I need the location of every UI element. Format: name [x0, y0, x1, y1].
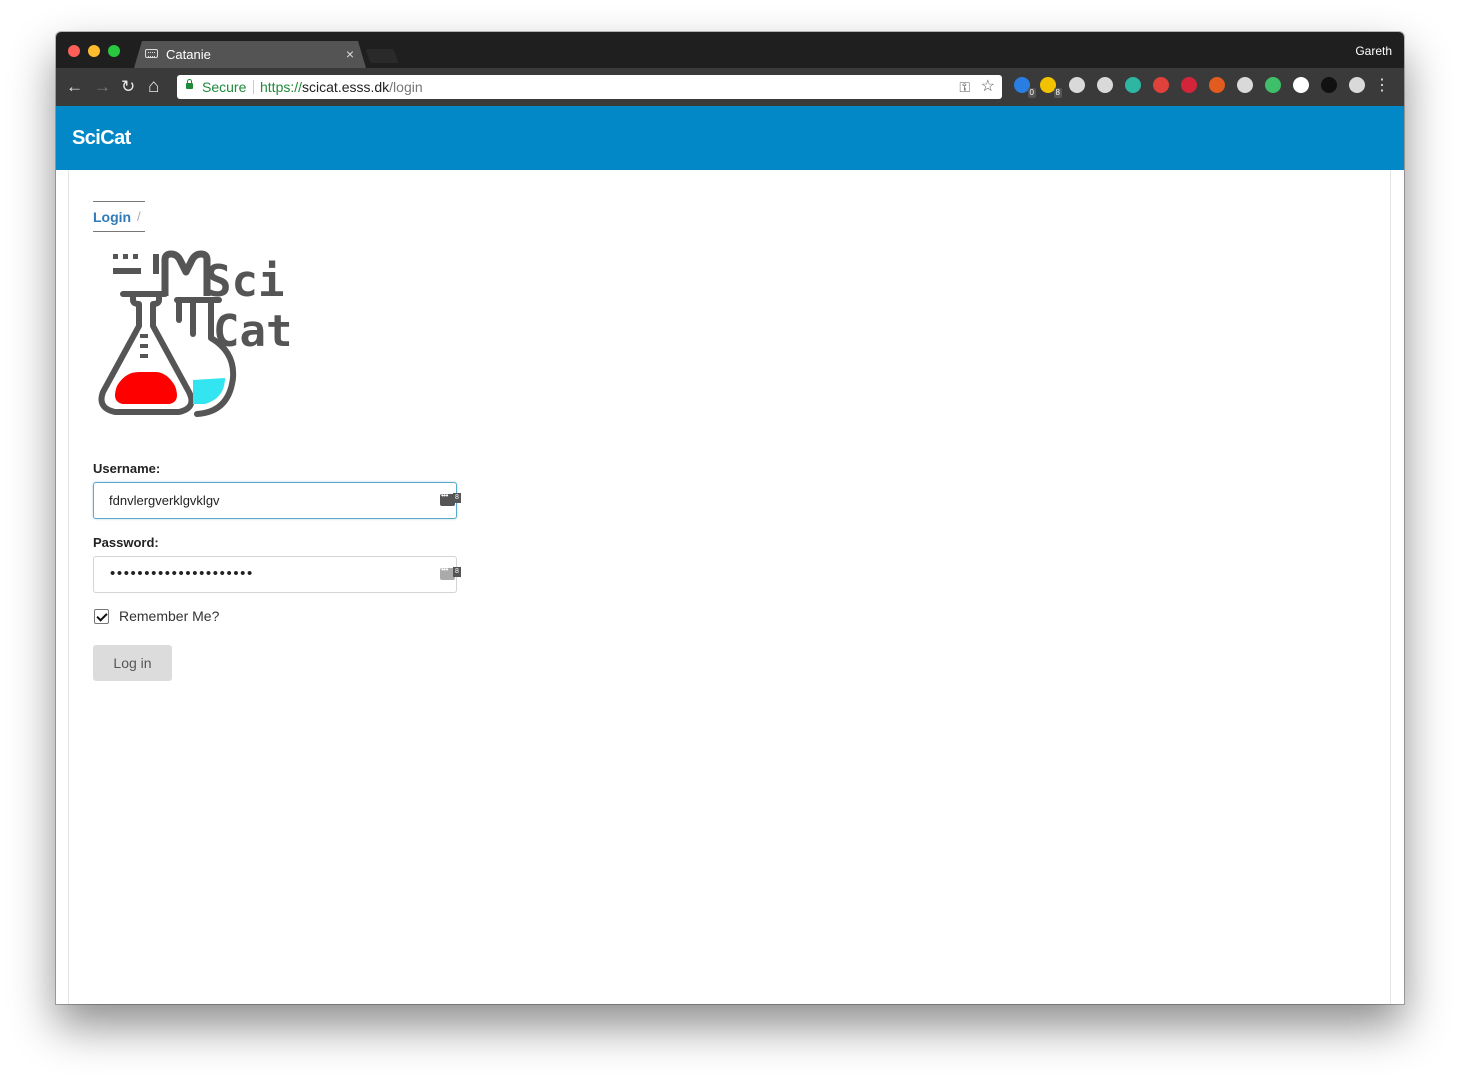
url-text[interactable]: https://scicat.esss.dk/login: [260, 75, 423, 99]
extension-lock-icon[interactable]: [1321, 77, 1337, 93]
title-bar: Catanie × Gareth: [56, 32, 1404, 68]
extension-yellow-icon[interactable]: 8: [1040, 77, 1062, 98]
remember-me-label[interactable]: Remember Me?: [119, 608, 219, 624]
extension-hex-icon[interactable]: [1349, 77, 1365, 93]
app-header: SciCat: [56, 106, 1404, 170]
browser-window: Catanie × Gareth ← → ↻ ⌂ Secure https://…: [56, 32, 1404, 1004]
breadcrumb-login[interactable]: Login: [93, 209, 131, 225]
login-button[interactable]: Log in: [93, 645, 172, 681]
password-mask: •••••••••••••••••••••: [110, 565, 254, 582]
logo-cat: Cat: [213, 306, 292, 357]
tab-close-icon[interactable]: ×: [346, 46, 354, 62]
username-field[interactable]: fdnvlergverklgvklgv 8: [93, 482, 461, 519]
zoom-window-button[interactable]: [108, 45, 120, 57]
profile-name[interactable]: Gareth: [1355, 44, 1392, 58]
username-value: fdnvlergverklgvklgv: [109, 493, 220, 508]
address-bar[interactable]: Secure https://scicat.esss.dk/login ⚿ ☆: [177, 75, 1002, 99]
lock-icon: [186, 79, 193, 89]
extension-3-icon[interactable]: [1237, 77, 1253, 93]
logo-sci: Sci: [205, 256, 284, 307]
bookmark-star-icon[interactable]: ☆: [981, 75, 995, 99]
username-label: Username:: [93, 461, 161, 476]
scicat-logo: Sci Cat: [98, 250, 292, 417]
password-manager-badge: 8: [453, 567, 461, 577]
password-label: Password:: [93, 535, 159, 550]
breadcrumb-separator: /: [137, 209, 141, 224]
back-icon[interactable]: ←: [66, 77, 83, 97]
url-scheme: https://: [260, 79, 303, 95]
keyboard-icon: [145, 49, 158, 58]
reload-icon[interactable]: ↻: [121, 77, 135, 97]
breadcrumb: Login /: [93, 201, 145, 232]
extension-2-icon[interactable]: [1097, 77, 1113, 93]
url-host: scicat.esss.dk: [302, 79, 390, 95]
url-path: /login: [389, 79, 423, 95]
page-content: SciCat Login / Sci Cat Username: fdnvler…: [56, 106, 1404, 1004]
extension-badge: 0: [1027, 88, 1036, 98]
home-icon[interactable]: ⌂: [148, 77, 159, 97]
browser-menu-icon[interactable]: ⋮: [1374, 77, 1390, 95]
extension-1-icon[interactable]: [1069, 77, 1085, 93]
extension-red-icon[interactable]: [1153, 77, 1169, 93]
extension-orange-icon[interactable]: [1209, 77, 1225, 93]
extension-red-square-icon[interactable]: [1181, 77, 1197, 93]
extension-blue-icon[interactable]: 0: [1014, 77, 1036, 98]
tab-title: Catanie: [166, 47, 211, 62]
omnibox-separator: [253, 80, 254, 94]
brand-title[interactable]: SciCat: [72, 127, 131, 150]
key-icon[interactable]: ⚿: [959, 75, 970, 99]
extension-green-ring-icon[interactable]: [1265, 77, 1281, 93]
secure-label: Secure: [202, 79, 247, 95]
minimize-window-button[interactable]: [88, 45, 100, 57]
forward-icon[interactable]: →: [94, 77, 111, 97]
browser-toolbar: ← → ↻ ⌂ Secure https://scicat.esss.dk/lo…: [56, 68, 1404, 106]
remember-me-checkbox[interactable]: [94, 609, 109, 624]
browser-tab[interactable]: Catanie ×: [134, 41, 366, 68]
password-field[interactable]: ••••••••••••••••••••• 8: [93, 556, 461, 593]
password-manager-badge: 8: [453, 493, 461, 503]
close-window-button[interactable]: [68, 45, 80, 57]
extension-badge: 8: [1053, 88, 1062, 98]
extension-s-icon[interactable]: [1125, 77, 1141, 93]
new-tab-button[interactable]: [365, 49, 399, 63]
extension-4-icon[interactable]: [1293, 77, 1309, 93]
